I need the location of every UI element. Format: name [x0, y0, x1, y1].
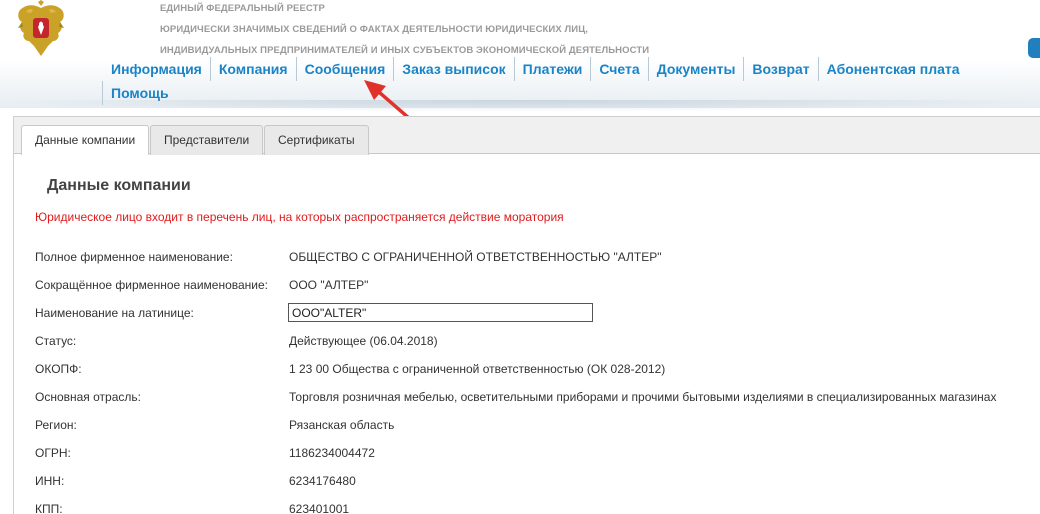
field-label-latin-name: Наименование на латинице: [35, 306, 194, 320]
nav-item-help[interactable]: Помощь [102, 81, 177, 105]
field-value-full-name: ОБЩЕСТВО С ОГРАНИЧЕННОЙ ОТВЕТСТВЕННОСТЬЮ… [289, 250, 662, 264]
field-label-full-name: Полное фирменное наименование: [35, 250, 233, 264]
field-label-main-industry: Основная отрасль: [35, 390, 141, 404]
field-label-okopf: ОКОПФ: [35, 362, 82, 376]
tab-certificates[interactable]: Сертификаты [264, 125, 369, 155]
nav-item-invoices[interactable]: Счета [590, 57, 647, 81]
tab-company-data[interactable]: Данные компании [21, 125, 150, 155]
tab-bar: Данные компании Представители Сертификат… [14, 117, 1040, 155]
registry-title: ЕДИНЫЙ ФЕДЕРАЛЬНЫЙ РЕЕСТР ЮРИДИЧЕСКИ ЗНА… [160, 0, 720, 61]
main-nav: Информация Компания Сообщения Заказ выпи… [102, 57, 1012, 105]
nav-item-payments[interactable]: Платежи [513, 57, 591, 81]
field-value-region: Рязанская область [289, 418, 395, 432]
coat-of-arms-icon[interactable] [14, 0, 68, 58]
field-label-ogrn: ОГРН: [35, 446, 71, 460]
latin-name-input[interactable] [288, 303, 593, 322]
nav-item-company[interactable]: Компания [209, 57, 296, 81]
tab-representatives[interactable]: Представители [150, 125, 264, 155]
field-value-main-industry: Торговля розничная мебелью, осветительны… [289, 390, 997, 404]
corner-badge[interactable] [1028, 38, 1040, 58]
section-title: Данные компании [47, 177, 191, 194]
registry-title-line-2: ЮРИДИЧЕСКИ ЗНАЧИМЫХ СВЕДЕНИЙ О ФАКТАХ ДЕ… [160, 24, 589, 35]
field-value-status: Действующее (06.04.2018) [289, 334, 438, 348]
nav-item-information[interactable]: Информация [102, 57, 210, 81]
nav-row-1: Информация Компания Сообщения Заказ выпи… [102, 57, 1012, 81]
nav-row-2: Помощь [102, 81, 1012, 105]
field-label-short-name: Сокращённое фирменное наименование: [35, 278, 269, 292]
field-label-status: Статус: [35, 334, 77, 348]
field-value-kpp: 623401001 [289, 502, 350, 514]
field-label-region: Регион: [35, 418, 77, 432]
registry-title-line-1: ЕДИНЫЙ ФЕДЕРАЛЬНЫЙ РЕЕСТР [160, 3, 325, 14]
field-value-short-name: ООО "АЛТЕР" [289, 278, 369, 292]
moratorium-warning: Юридическое лицо входит в перечень лиц, … [35, 210, 564, 224]
nav-item-subscription-fee[interactable]: Абонентская плата [817, 57, 968, 81]
content-panel: Данные компании Представители Сертификат… [13, 116, 1040, 514]
field-label-kpp: КПП: [35, 502, 63, 514]
field-value-inn: 6234176480 [289, 474, 356, 488]
nav-item-refund[interactable]: Возврат [743, 57, 817, 81]
field-value-okopf: 1 23 00 Общества с ограниченной ответств… [289, 362, 666, 376]
field-label-inn: ИНН: [35, 474, 65, 488]
nav-item-documents[interactable]: Документы [647, 57, 744, 81]
field-value-ogrn: 1186234004472 [289, 446, 375, 460]
